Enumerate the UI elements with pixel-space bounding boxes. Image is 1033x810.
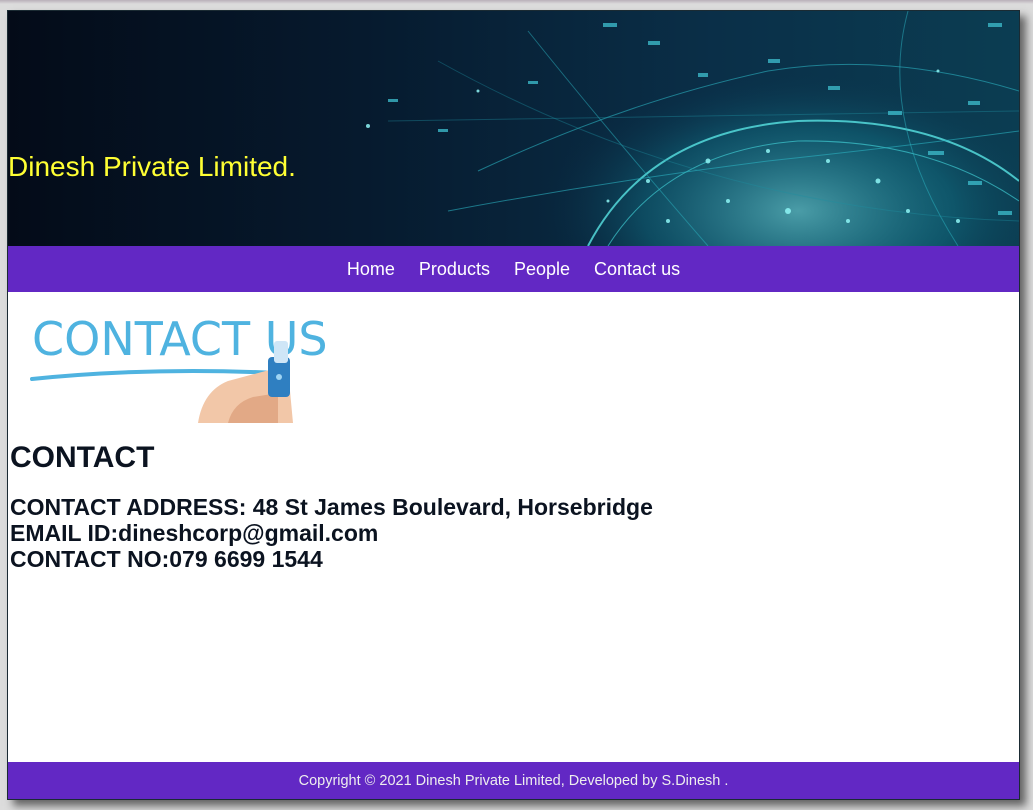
globe-network-graphic: [366, 11, 1019, 246]
nav-contact-link[interactable]: Contact us: [594, 259, 680, 280]
contact-address: CONTACT ADDRESS: 48 St James Boulevard, …: [10, 494, 653, 520]
nav-home-link[interactable]: Home: [347, 259, 395, 280]
contact-us-image: CONTACT US: [30, 312, 328, 423]
contact-email: EMAIL ID:dineshcorp@gmail.com: [10, 520, 379, 546]
contact-info: CONTACT ADDRESS: 48 St James Boulevard, …: [10, 494, 653, 572]
page-footer: Copyright © 2021 Dinesh Private Limited,…: [8, 762, 1019, 799]
main-navigation: Home Products People Contact us: [8, 246, 1019, 292]
page-container: Dinesh Private Limited. Home Products Pe…: [7, 10, 1020, 800]
contact-heading: CONTACT: [10, 441, 155, 474]
copyright-text: Copyright © 2021 Dinesh Private Limited,…: [298, 772, 729, 789]
window-top-edge: [0, 0, 1033, 4]
nav-products-link[interactable]: Products: [419, 259, 490, 280]
company-name: Dinesh Private Limited.: [8, 151, 296, 182]
header-banner: Dinesh Private Limited.: [8, 11, 1019, 246]
contact-phone: CONTACT NO:079 6699 1544: [10, 546, 323, 572]
nav-people-link[interactable]: People: [514, 259, 570, 280]
